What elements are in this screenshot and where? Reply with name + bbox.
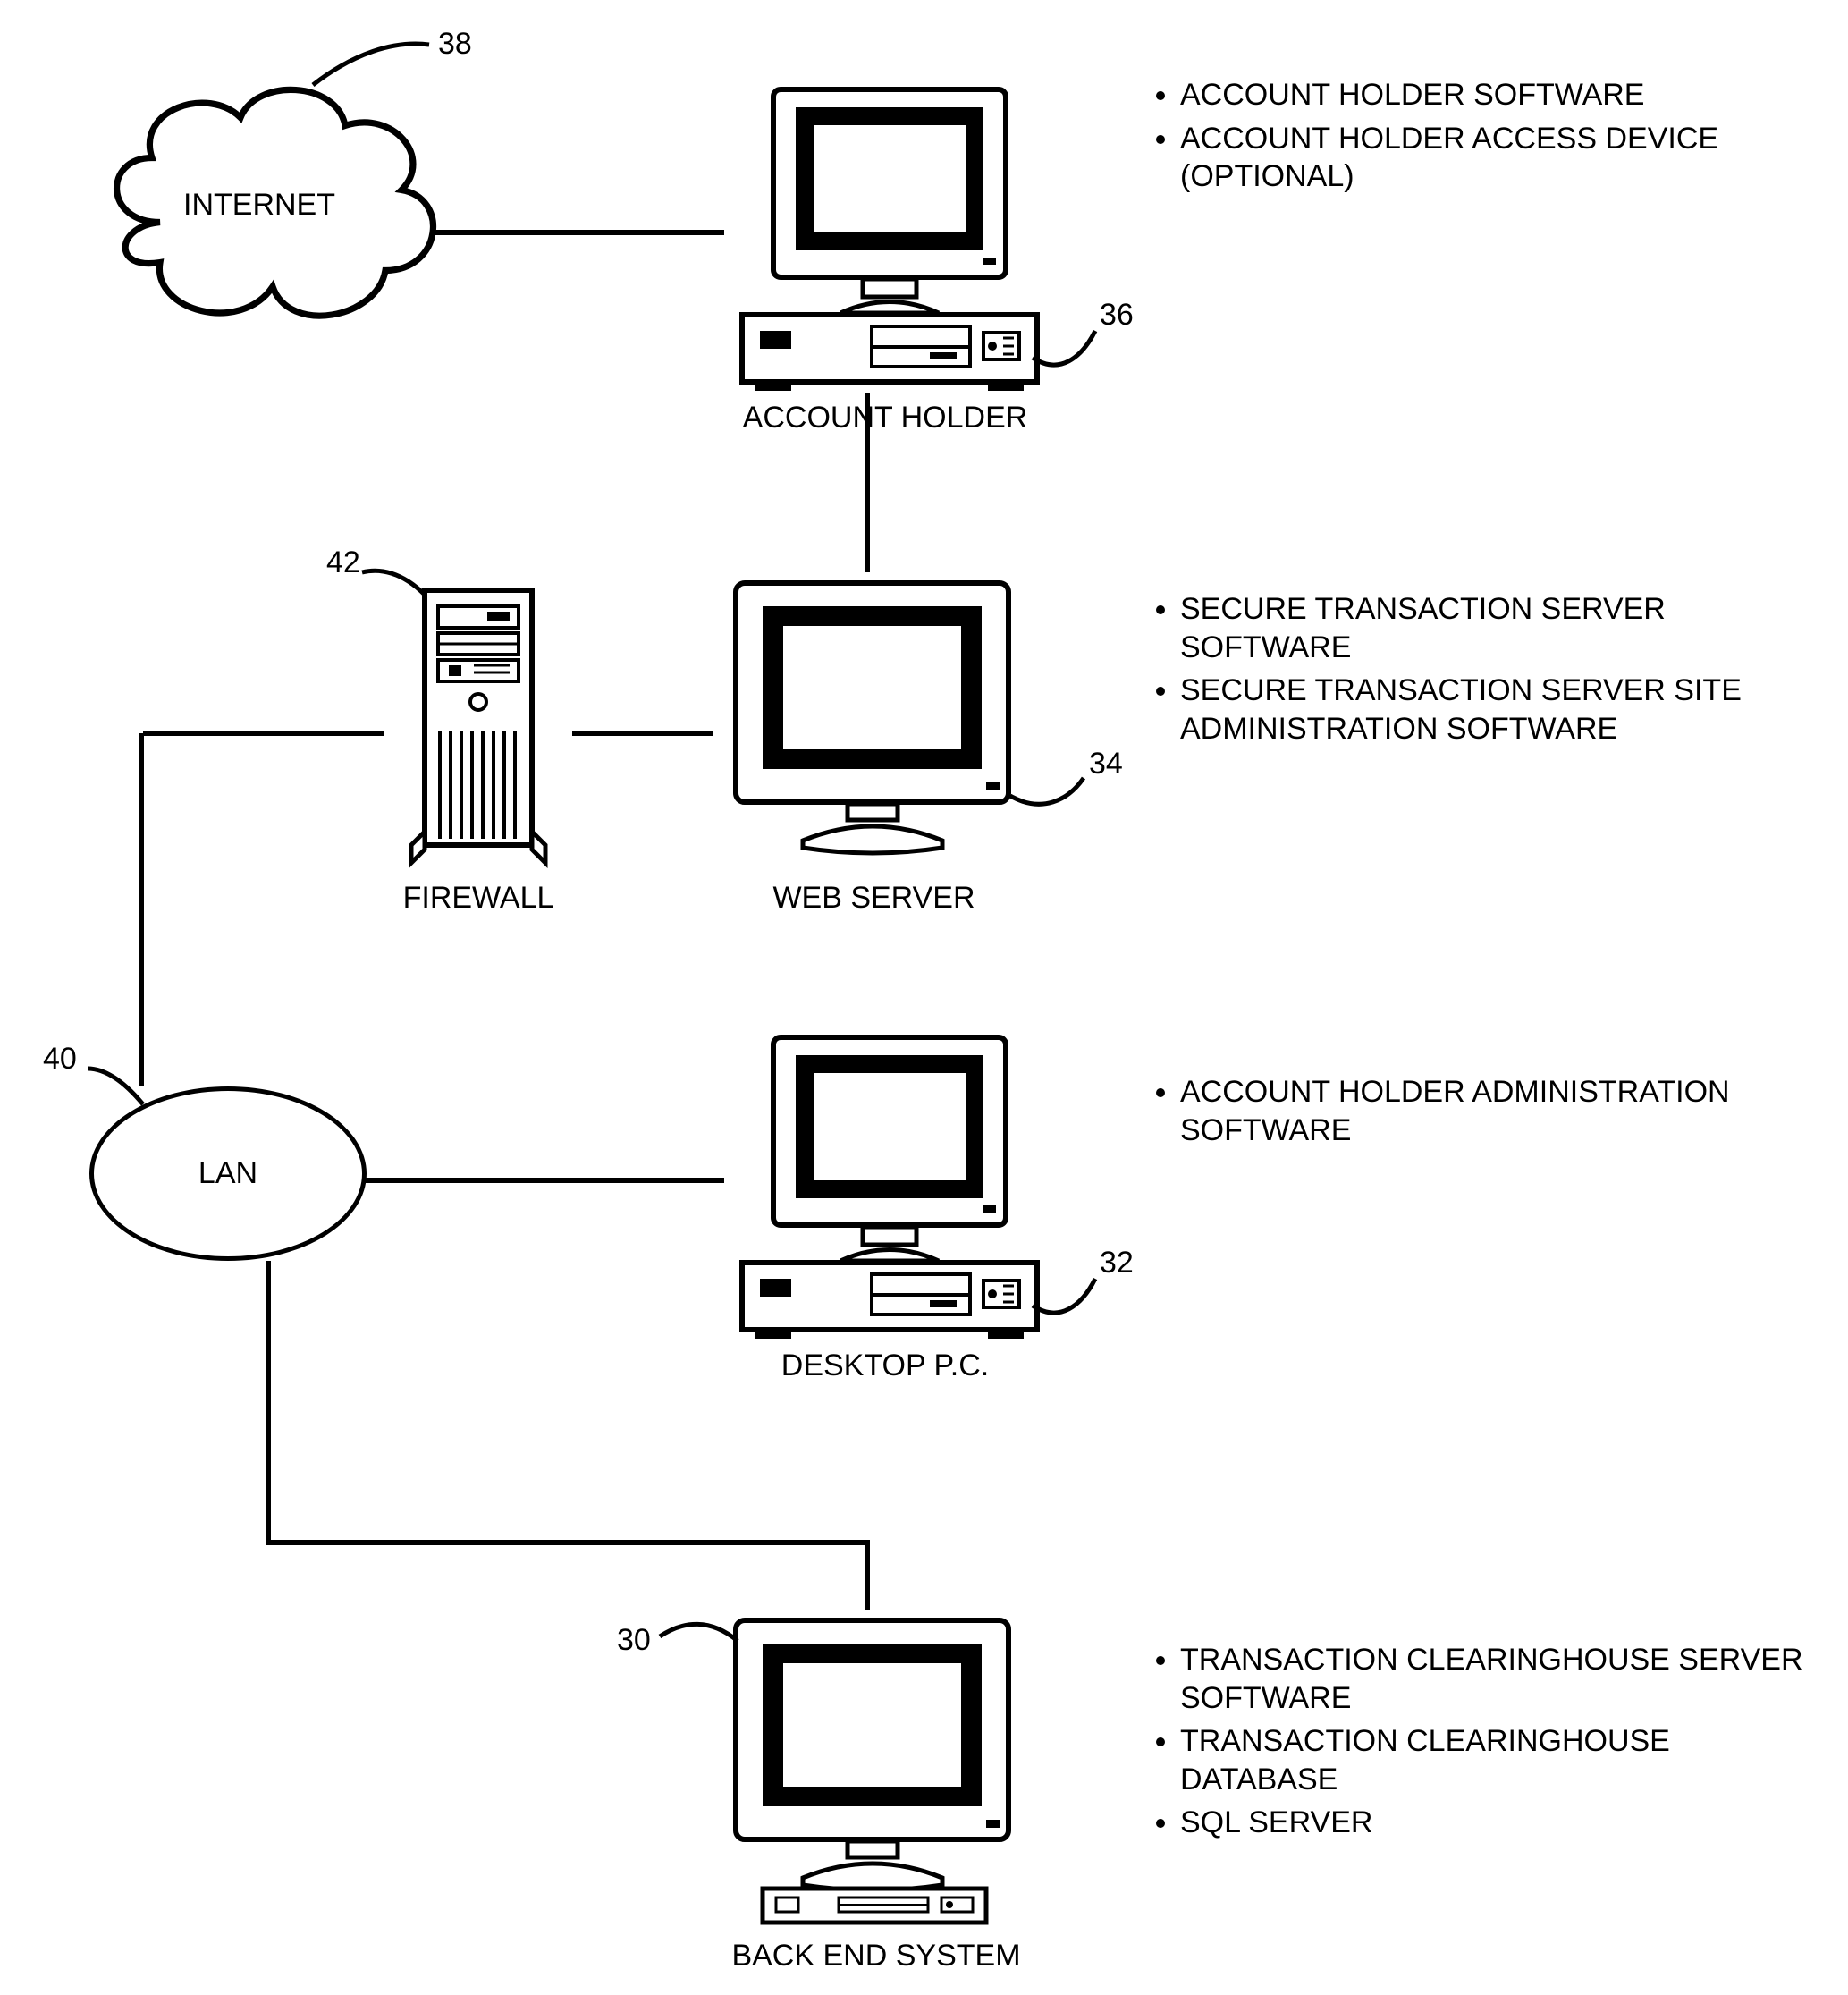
- back-end-annotations: TRANSACTION CLEARINGHOUSE SERVER SOFTWAR…: [1144, 1641, 1833, 1847]
- annotation-item: SQL SERVER: [1180, 1804, 1833, 1842]
- annotation-item: TRANSACTION CLEARINGHOUSE SERVER SOFTWAR…: [1180, 1641, 1833, 1717]
- diagram-canvas: INTERNET 38 ACCOUNT HOLDER 36: [0, 0, 1848, 1995]
- annotation-item: TRANSACTION CLEARINGHOUSE DATABASE: [1180, 1722, 1833, 1798]
- back-end-ref: 30: [617, 1623, 651, 1658]
